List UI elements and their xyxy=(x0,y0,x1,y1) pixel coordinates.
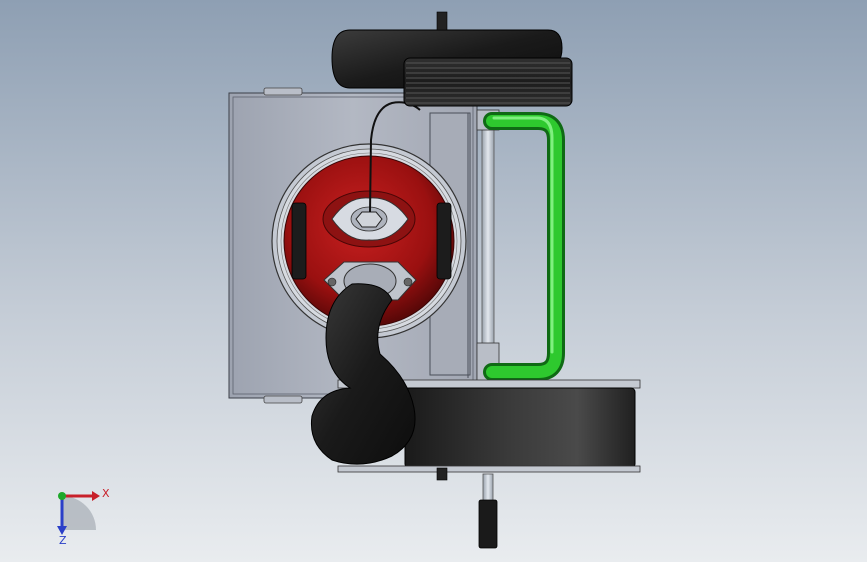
triad-shadow xyxy=(62,496,96,530)
orientation-triad: X Z xyxy=(57,487,110,547)
top-bolt xyxy=(436,11,448,31)
cad-viewport[interactable]: X Z xyxy=(0,0,867,562)
sight-tube[interactable] xyxy=(476,109,500,382)
bottom-bolt xyxy=(436,467,448,481)
triad-x-label: X xyxy=(102,487,110,500)
triad-y-axis xyxy=(58,492,66,500)
bottom-drain[interactable] xyxy=(478,473,498,549)
finned-coil[interactable] xyxy=(403,57,573,107)
triad-z-label: Z xyxy=(59,534,67,547)
green-coolant-pipe[interactable] xyxy=(483,112,565,381)
